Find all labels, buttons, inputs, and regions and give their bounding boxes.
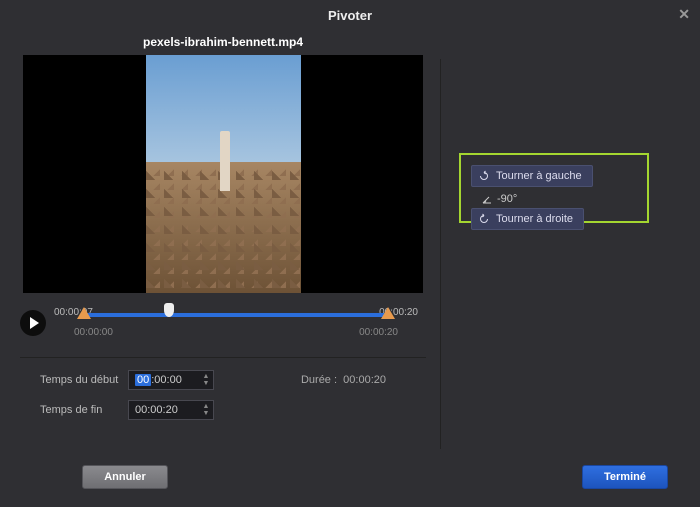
trim-start-handle[interactable] bbox=[77, 307, 91, 319]
playhead-marker[interactable] bbox=[164, 303, 174, 317]
chevron-up-icon: ▲ bbox=[201, 403, 211, 410]
end-time-value: 00:00:20 bbox=[135, 404, 178, 416]
play-button[interactable] bbox=[20, 310, 46, 336]
timeline[interactable]: 00:00:07 00:00:20 00:00:00 00:00:20 bbox=[54, 303, 418, 343]
rotate-left-icon bbox=[478, 170, 490, 182]
cancel-button[interactable]: Annuler bbox=[82, 465, 168, 489]
chevron-down-icon: ▼ bbox=[201, 380, 211, 387]
rotate-right-label: Tourner à droite bbox=[496, 213, 573, 225]
play-icon bbox=[30, 317, 39, 329]
end-time-label: Temps de fin bbox=[40, 404, 128, 416]
title-bar: Pivoter ✕ bbox=[0, 0, 700, 29]
rotate-left-button[interactable]: Tourner à gauche bbox=[471, 165, 593, 187]
range-start-time: 00:00:00 bbox=[74, 327, 113, 338]
rotation-angle: -90° bbox=[481, 193, 517, 205]
end-time-spinner[interactable]: ▲▼ bbox=[201, 403, 211, 417]
start-time-label: Temps du début bbox=[40, 374, 128, 386]
video-preview[interactable] bbox=[23, 55, 423, 293]
end-time-input[interactable]: 00:00:20 ▲▼ bbox=[128, 400, 214, 420]
filename-label: pexels-ibrahim-bennett.mp4 bbox=[20, 35, 426, 49]
content: pexels-ibrahim-bennett.mp4 00:00:07 00:0… bbox=[0, 29, 700, 459]
start-time-hours: 00 bbox=[135, 374, 151, 386]
start-time-row: Temps du début 00:00:00 ▲▼ Durée : 00:00… bbox=[40, 370, 406, 390]
start-time-spinner[interactable]: ▲▼ bbox=[201, 373, 211, 387]
done-button[interactable]: Terminé bbox=[582, 465, 668, 489]
duration-display: Durée : 00:00:20 bbox=[301, 374, 386, 386]
dialog-title: Pivoter bbox=[328, 8, 372, 23]
chevron-down-icon: ▼ bbox=[201, 410, 211, 417]
rotate-left-label: Tourner à gauche bbox=[496, 170, 582, 182]
rotate-right-icon bbox=[478, 213, 490, 225]
footer: Annuler Terminé bbox=[0, 459, 700, 495]
start-time-input[interactable]: 00:00:00 ▲▼ bbox=[128, 370, 214, 390]
trim-end-handle[interactable] bbox=[381, 307, 395, 319]
angle-icon bbox=[481, 193, 493, 205]
divider bbox=[20, 357, 426, 358]
left-panel: pexels-ibrahim-bennett.mp4 00:00:07 00:0… bbox=[0, 29, 440, 459]
close-icon[interactable]: ✕ bbox=[678, 6, 690, 23]
time-fields: Temps du début 00:00:00 ▲▼ Durée : 00:00… bbox=[20, 370, 426, 420]
right-panel: Tourner à gauche -90° Tourner à droite bbox=[441, 29, 700, 459]
video-thumbnail bbox=[146, 55, 301, 293]
chevron-up-icon: ▲ bbox=[201, 373, 211, 380]
start-time-rest: :00:00 bbox=[151, 374, 182, 386]
range-end-time: 00:00:20 bbox=[359, 327, 398, 338]
playback-bar: 00:00:07 00:00:20 00:00:00 00:00:20 bbox=[20, 303, 426, 343]
rotate-right-button[interactable]: Tourner à droite bbox=[471, 208, 584, 230]
timeline-track[interactable] bbox=[84, 313, 388, 317]
rotate-controls-highlight: Tourner à gauche -90° Tourner à droite bbox=[459, 153, 649, 223]
end-time-row: Temps de fin 00:00:20 ▲▼ bbox=[40, 400, 406, 420]
